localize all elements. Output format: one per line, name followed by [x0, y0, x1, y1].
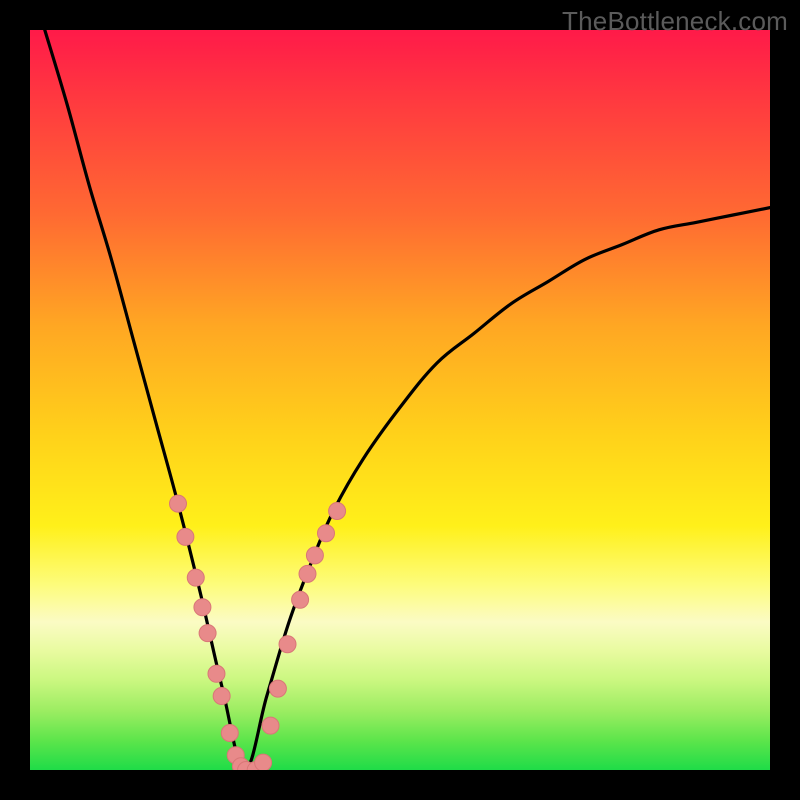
curve-marker [194, 599, 211, 616]
curve-marker [187, 569, 204, 586]
curve-marker [262, 717, 279, 734]
curve-marker [292, 591, 309, 608]
bottleneck-curve [45, 30, 770, 770]
curve-marker [221, 725, 238, 742]
curve-marker [199, 625, 216, 642]
curve-marker [177, 528, 194, 545]
curve-marker [213, 688, 230, 705]
curve-marker [329, 503, 346, 520]
curve-marker [170, 495, 187, 512]
curve-marker [269, 680, 286, 697]
chart-frame: TheBottleneck.com [0, 0, 800, 800]
curve-marker [318, 525, 335, 542]
curve-marker [299, 565, 316, 582]
curve-marker [279, 636, 296, 653]
curve-marker [306, 547, 323, 564]
chart-svg [30, 30, 770, 770]
curve-marker [255, 754, 272, 770]
watermark-text: TheBottleneck.com [562, 6, 788, 37]
curve-marker [208, 665, 225, 682]
